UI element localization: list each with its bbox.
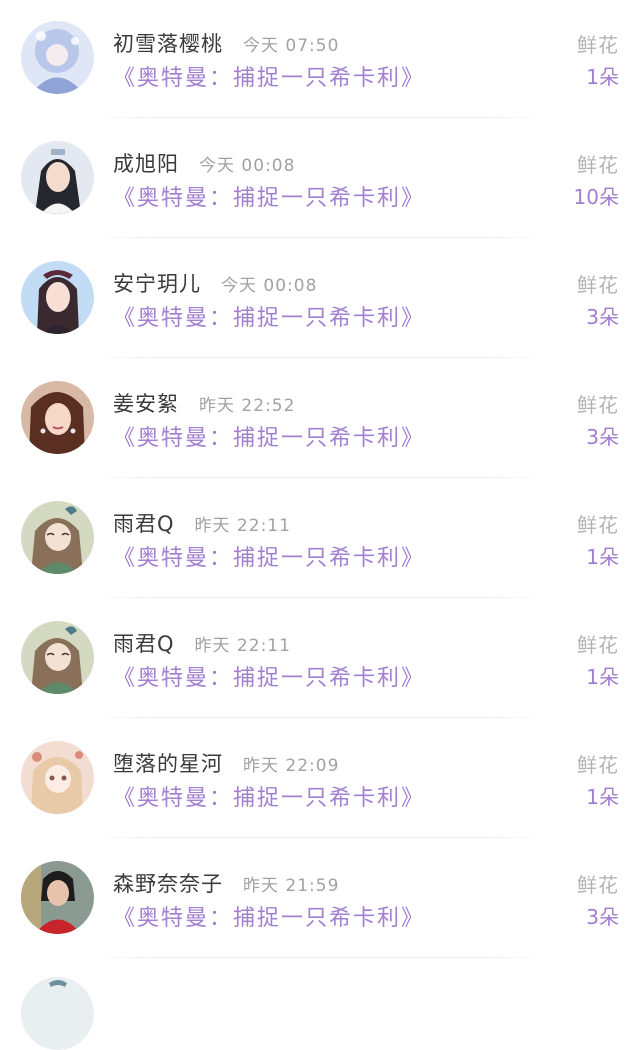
avatar-image (21, 261, 94, 334)
list-item[interactable]: 安宁玥儿 今天 00:08 《奥特曼：捕捉一只希卡利》 鲜花 3朵 (0, 240, 640, 360)
avatar[interactable] (21, 261, 94, 334)
divider (95, 957, 545, 958)
gift-count: 1朵 (586, 545, 619, 569)
work-title-link[interactable]: 《奥特曼：捕捉一只希卡利》 (113, 900, 425, 932)
avatar-image (21, 141, 94, 214)
user-name-text: 初雪落樱桃 (113, 32, 223, 56)
avatar-image (21, 977, 94, 1050)
avatar-image (21, 741, 94, 814)
gift-type: 鲜花 (577, 33, 619, 57)
avatar[interactable] (21, 621, 94, 694)
gift-type: 鲜花 (577, 873, 619, 897)
divider (95, 597, 545, 598)
work-title-link[interactable]: 《奥特曼：捕捉一只希卡利》 (113, 300, 425, 332)
gift-count: 10朵 (573, 185, 619, 209)
gift-type: 鲜花 (577, 153, 619, 177)
avatar[interactable] (21, 381, 94, 454)
avatar-image (21, 381, 94, 454)
divider (95, 357, 545, 358)
work-title-link[interactable]: 《奥特曼：捕捉一只希卡利》 (113, 540, 425, 572)
avatar[interactable] (21, 741, 94, 814)
user-name-text: 成旭阳 (113, 152, 179, 176)
user-name[interactable]: 雨君Q 昨天 22:11 (113, 628, 291, 658)
user-name[interactable]: 成旭阳 今天 00:08 (113, 148, 295, 178)
avatar[interactable] (21, 141, 94, 214)
timestamp: 昨天 22:09 (243, 756, 340, 776)
work-title-link[interactable]: 《奥特曼：捕捉一只希卡利》 (113, 60, 425, 92)
avatar[interactable] (21, 977, 94, 1050)
user-name-text: 雨君Q (113, 632, 175, 656)
user-name[interactable]: 森野奈奈子 昨天 21:59 (113, 868, 339, 898)
user-name[interactable]: 雨君Q 昨天 22:11 (113, 508, 291, 538)
user-name[interactable]: 安宁玥儿 今天 00:08 (113, 268, 317, 298)
timestamp: 今天 07:50 (243, 36, 340, 56)
work-title-link[interactable]: 《奥特曼：捕捉一只希卡利》 (113, 420, 425, 452)
gift-count: 3朵 (586, 905, 619, 929)
avatar[interactable] (21, 501, 94, 574)
timestamp: 今天 00:08 (199, 156, 296, 176)
divider (95, 717, 545, 718)
divider (95, 477, 545, 478)
avatar[interactable] (21, 21, 94, 94)
avatar-image (21, 501, 94, 574)
divider (95, 837, 545, 838)
timestamp: 今天 00:08 (221, 276, 318, 296)
avatar[interactable] (21, 861, 94, 934)
gift-type: 鲜花 (577, 633, 619, 657)
list-item[interactable]: 森野奈奈子 昨天 21:59 《奥特曼：捕捉一只希卡利》 鲜花 3朵 (0, 840, 640, 960)
timestamp: 昨天 21:59 (243, 876, 340, 896)
list-item[interactable]: 初雪落樱桃 今天 07:50 《奥特曼：捕捉一只希卡利》 鲜花 1朵 (0, 0, 640, 120)
gift-count: 1朵 (586, 65, 619, 89)
timestamp: 昨天 22:11 (194, 636, 291, 656)
gift-count: 1朵 (586, 785, 619, 809)
avatar-image (21, 861, 94, 934)
timestamp: 昨天 22:52 (199, 396, 296, 416)
gift-count: 1朵 (586, 665, 619, 689)
gift-type: 鲜花 (577, 753, 619, 777)
avatar-image (21, 621, 94, 694)
gift-type: 鲜花 (577, 393, 619, 417)
user-name-text: 姜安絮 (113, 392, 179, 416)
work-title-link[interactable]: 《奥特曼：捕捉一只希卡利》 (113, 780, 425, 812)
work-title-link[interactable]: 《奥特曼：捕捉一只希卡利》 (113, 180, 425, 212)
timestamp: 昨天 22:11 (194, 516, 291, 536)
gift-type: 鲜花 (577, 513, 619, 537)
divider (95, 237, 545, 238)
list-item[interactable]: 雨君Q 昨天 22:11 《奥特曼：捕捉一只希卡利》 鲜花 1朵 (0, 480, 640, 600)
divider (95, 117, 545, 118)
user-name[interactable]: 姜安絮 昨天 22:52 (113, 388, 295, 418)
list-item[interactable]: 堕落的星河 昨天 22:09 《奥特曼：捕捉一只希卡利》 鲜花 1朵 (0, 720, 640, 840)
user-name-text: 雨君Q (113, 512, 175, 536)
avatar-image (21, 21, 94, 94)
gift-count: 3朵 (586, 305, 619, 329)
user-name-text: 安宁玥儿 (113, 272, 201, 296)
gift-count: 3朵 (586, 425, 619, 449)
list-item[interactable]: 姜安絮 昨天 22:52 《奥特曼：捕捉一只希卡利》 鲜花 3朵 (0, 360, 640, 480)
user-name[interactable]: 初雪落樱桃 今天 07:50 (113, 28, 339, 58)
gift-type: 鲜花 (577, 273, 619, 297)
list-item[interactable]: 成旭阳 今天 00:08 《奥特曼：捕捉一只希卡利》 鲜花 10朵 (0, 120, 640, 240)
user-name[interactable]: 堕落的星河 昨天 22:09 (113, 748, 339, 778)
user-name-text: 堕落的星河 (113, 752, 223, 776)
work-title-link[interactable]: 《奥特曼：捕捉一只希卡利》 (113, 660, 425, 692)
list-item[interactable]: 雨君Q 昨天 22:11 《奥特曼：捕捉一只希卡利》 鲜花 1朵 (0, 600, 640, 720)
user-name-text: 森野奈奈子 (113, 872, 223, 896)
